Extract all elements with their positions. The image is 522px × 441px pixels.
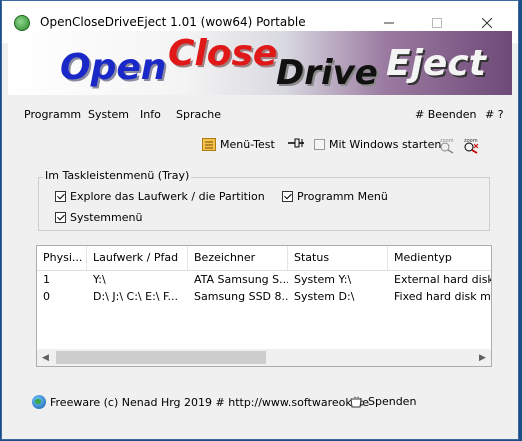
table-cell: External hard disk m <box>394 273 491 286</box>
table-cell: 1 <box>43 273 50 286</box>
status-bar: Freeware (c) Nenad Hrg 2019 # http://www… <box>2 387 518 417</box>
table-cell: 0 <box>43 290 50 303</box>
scrollbar-thumb[interactable] <box>56 351 266 364</box>
option-explore-label: Explore das Laufwerk / die Partition <box>70 190 265 203</box>
option-programm-menu-label: Programm Menü <box>297 190 388 203</box>
app-icon[interactable] <box>14 15 30 31</box>
menu-info[interactable]: Info <box>140 108 161 121</box>
pin-button[interactable] <box>288 138 304 148</box>
menu-list-icon <box>202 138 216 151</box>
banner-word-open: Open <box>60 47 167 88</box>
table-cell: Samsung SSD 8... <box>194 290 288 303</box>
globe-icon <box>32 395 46 409</box>
option-explore[interactable]: Explore das Laufwerk / die Partition <box>55 190 265 203</box>
table-cell: System Y:\ <box>294 273 352 286</box>
minimize-icon <box>384 22 394 24</box>
zoom-in-icon: zoom <box>464 138 479 154</box>
menu-test-button[interactable]: Menü-Test <box>202 138 275 151</box>
freeware-link[interactable]: Freeware (c) Nenad Hrg 2019 # http://www… <box>32 395 369 409</box>
table-cell: ATA Samsung S... <box>194 273 288 286</box>
maximize-icon <box>432 18 442 28</box>
tray-options-group: Im Taskleistenmenü (Tray) Explore das La… <box>38 169 490 231</box>
banner-word-drive: Drive <box>276 53 378 93</box>
pin-icon <box>288 138 304 148</box>
option-systemmenu-label: Systemmenü <box>70 211 143 224</box>
zoom-out-icon: zoom <box>440 138 454 154</box>
windows-start-check-box[interactable] <box>314 139 325 150</box>
window-title: OpenCloseDriveEject 1.01 (wow64) Portabl… <box>40 15 306 29</box>
donate-label: Spenden <box>368 395 417 408</box>
table-cell: Y:\ <box>93 273 106 286</box>
scroll-left-arrow-icon[interactable]: ◀ <box>37 349 54 366</box>
table-row[interactable]: 1 Y:\ ATA Samsung S... System Y:\ Extern… <box>37 272 491 288</box>
column-header[interactable]: Status <box>288 246 388 270</box>
zoom-out-button[interactable]: zoom <box>438 136 456 154</box>
zoom-in-button[interactable]: zoom <box>462 136 480 154</box>
table-cell: D:\ J:\ C:\ E:\ F... <box>93 290 179 303</box>
scroll-right-arrow-icon[interactable]: ▶ <box>474 349 491 366</box>
logo-banner: Open Close Drive Eject <box>8 31 512 95</box>
explore-check-box[interactable] <box>55 191 66 202</box>
tray-group-legend: Im Taskleistenmenü (Tray) <box>43 169 192 182</box>
windows-start-label: Mit Windows starten <box>329 138 442 151</box>
systemmenu-check-box[interactable] <box>55 212 66 223</box>
menu-beenden[interactable]: # Beenden <box>415 108 477 121</box>
toolbar: Menü-Test Mit Windows starten zoom zoom <box>2 135 518 157</box>
drive-list[interactable]: Physi... Laufwerk / Pfad Bezeichner Stat… <box>36 245 492 367</box>
banner-word-close: Close <box>168 33 278 74</box>
horizontal-scrollbar[interactable]: ◀ ▶ <box>37 349 491 366</box>
freeware-text: Freeware (c) Nenad Hrg 2019 # http://www… <box>50 395 369 409</box>
coffee-cup-icon <box>350 396 364 407</box>
drive-list-header: Physi... Laufwerk / Pfad Bezeichner Stat… <box>37 246 491 271</box>
column-header[interactable]: Bezeichner <box>188 246 288 270</box>
column-header[interactable]: Physi... <box>37 246 87 270</box>
close-icon <box>482 18 492 28</box>
app-window: OpenCloseDriveEject 1.01 (wow64) Portabl… <box>1 0 519 440</box>
menu-bar: Programm System Info Sprache # Beenden #… <box>2 105 518 125</box>
donate-button[interactable]: Spenden <box>350 395 416 408</box>
column-header[interactable]: Laufwerk / Pfad <box>87 246 188 270</box>
menu-help[interactable]: # ? <box>485 108 504 121</box>
menu-test-label: Menü-Test <box>220 138 275 151</box>
table-cell: System D:\ <box>294 290 355 303</box>
option-programm-menu[interactable]: Programm Menü <box>282 190 388 203</box>
menu-system[interactable]: System <box>88 108 129 121</box>
menu-sprache[interactable]: Sprache <box>176 108 221 121</box>
column-header[interactable]: Medientyp <box>388 246 491 270</box>
programm-menu-check-box[interactable] <box>282 191 293 202</box>
option-systemmenu[interactable]: Systemmenü <box>55 211 142 224</box>
menu-programm[interactable]: Programm <box>24 108 81 121</box>
table-row[interactable]: 0 D:\ J:\ C:\ E:\ F... Samsung SSD 8... … <box>37 289 491 305</box>
table-cell: Fixed hard disk medi <box>394 290 491 303</box>
banner-word-eject: Eject <box>386 43 486 84</box>
windows-start-checkbox[interactable]: Mit Windows starten <box>314 138 441 151</box>
